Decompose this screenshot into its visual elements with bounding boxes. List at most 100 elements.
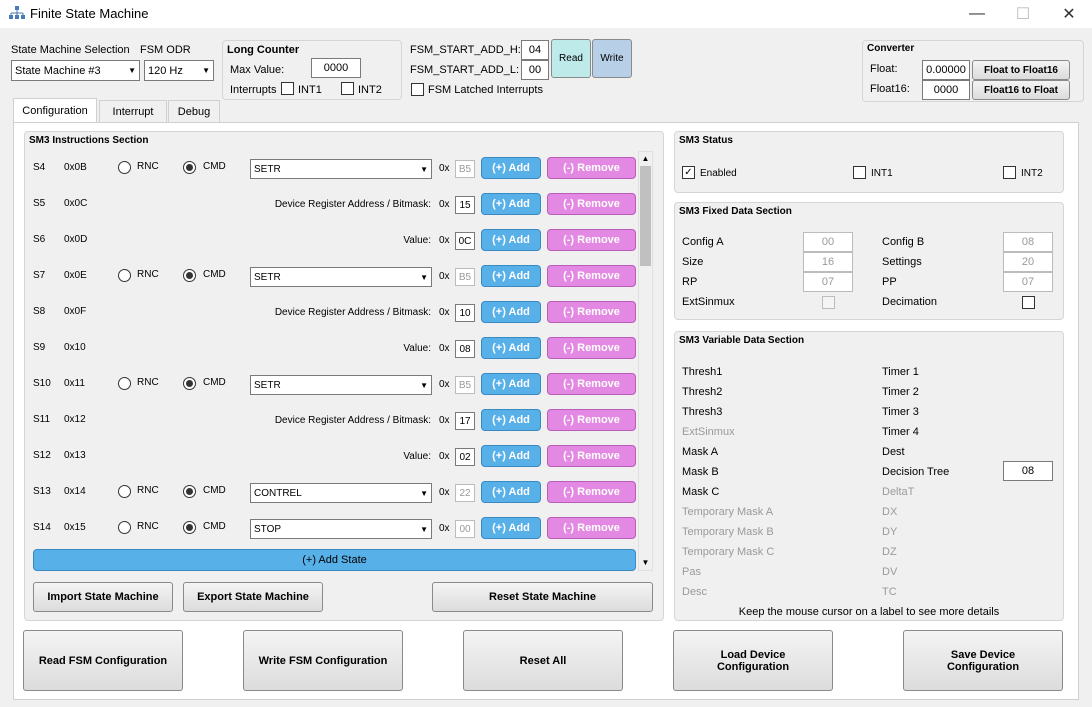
write-button[interactable]: Write xyxy=(592,39,632,78)
float-input[interactable]: 0.00000 xyxy=(922,60,970,80)
remove-button[interactable]: (-) Remove xyxy=(547,337,636,359)
hex-value[interactable]: 02 xyxy=(455,448,475,466)
rp-input[interactable]: 07 xyxy=(803,272,853,292)
max-value-input[interactable]: 0000 xyxy=(311,58,361,78)
rnc-radio[interactable] xyxy=(118,485,131,498)
pp-input[interactable]: 07 xyxy=(1003,272,1053,292)
remove-button[interactable]: (-) Remove xyxy=(547,301,636,323)
command-select[interactable]: SETR ▼ xyxy=(250,375,432,395)
remove-button[interactable]: (-) Remove xyxy=(547,265,636,287)
odr-value: 120 Hz xyxy=(148,64,183,77)
write-fsm-config-button[interactable]: Write FSM Configuration xyxy=(243,630,403,691)
add-button[interactable]: (+) Add xyxy=(481,265,541,287)
float16-to-float-button[interactable]: Float16 to Float xyxy=(972,80,1070,100)
cmd-radio[interactable] xyxy=(183,521,196,534)
hex-value[interactable]: B5 xyxy=(455,376,475,394)
remove-button[interactable]: (-) Remove xyxy=(547,481,636,503)
state-address: 0x14 xyxy=(64,486,86,497)
hex-value[interactable]: B5 xyxy=(455,268,475,286)
add-state-button[interactable]: (+) Add State xyxy=(33,549,636,571)
variable-label: Dest xyxy=(882,446,905,458)
cmd-radio[interactable] xyxy=(183,269,196,282)
scroll-down-icon[interactable]: ▼ xyxy=(638,555,653,570)
remove-button[interactable]: (-) Remove xyxy=(547,373,636,395)
fsm-latched-checkbox[interactable] xyxy=(411,83,424,96)
reset-sm-button[interactable]: Reset State Machine xyxy=(432,582,653,612)
float-to-float16-button[interactable]: Float to Float16 xyxy=(972,60,1070,80)
hex-value[interactable]: 22 xyxy=(455,484,475,502)
ext-sinmux-checkbox[interactable] xyxy=(822,296,835,309)
minimize-button[interactable]: — xyxy=(954,0,1000,28)
size-input[interactable]: 16 xyxy=(803,252,853,272)
variable-label: DeltaT xyxy=(882,486,915,498)
hex-value[interactable]: 0C xyxy=(455,232,475,250)
config-a-input[interactable]: 00 xyxy=(803,232,853,252)
add-button[interactable]: (+) Add xyxy=(481,373,541,395)
enabled-checkbox[interactable]: ✓ xyxy=(682,166,695,179)
maximize-button[interactable]: ☐ xyxy=(1000,0,1046,28)
decimation-checkbox[interactable] xyxy=(1022,296,1035,309)
tab-interrupt[interactable]: Interrupt xyxy=(99,100,167,122)
load-device-config-button[interactable]: Load Device Configuration xyxy=(673,630,833,691)
add-button[interactable]: (+) Add xyxy=(481,193,541,215)
settings-input[interactable]: 20 xyxy=(1003,252,1053,272)
add-button[interactable]: (+) Add xyxy=(481,517,541,539)
add-button[interactable]: (+) Add xyxy=(481,445,541,467)
hex-value[interactable]: 00 xyxy=(455,520,475,538)
rnc-radio[interactable] xyxy=(118,377,131,390)
hex-value[interactable]: 17 xyxy=(455,412,475,430)
add-button[interactable]: (+) Add xyxy=(481,481,541,503)
hex-value[interactable]: 08 xyxy=(455,340,475,358)
status-int1-checkbox[interactable] xyxy=(853,166,866,179)
command-select[interactable]: SETR ▼ xyxy=(250,267,432,287)
close-button[interactable]: ✕ xyxy=(1046,0,1092,28)
pp-label: PP xyxy=(882,276,897,288)
scroll-thumb[interactable] xyxy=(640,166,651,266)
config-a-label: Config A xyxy=(682,236,724,248)
hex-prefix: 0x xyxy=(439,415,450,426)
decision-tree-input[interactable]: 08 xyxy=(1003,461,1053,481)
remove-button[interactable]: (-) Remove xyxy=(547,229,636,251)
read-button[interactable]: Read xyxy=(551,39,591,78)
add-button[interactable]: (+) Add xyxy=(481,229,541,251)
import-sm-button[interactable]: Import State Machine xyxy=(33,582,173,612)
float16-input[interactable]: 0000 xyxy=(922,80,970,100)
add-button[interactable]: (+) Add xyxy=(481,157,541,179)
export-sm-button[interactable]: Export State Machine xyxy=(183,582,323,612)
save-device-config-button[interactable]: Save Device Configuration xyxy=(903,630,1063,691)
hex-value[interactable]: 10 xyxy=(455,304,475,322)
rnc-radio[interactable] xyxy=(118,521,131,534)
float-label: Float: xyxy=(870,63,898,75)
cmd-radio[interactable] xyxy=(183,485,196,498)
remove-button[interactable]: (-) Remove xyxy=(547,157,636,179)
command-select[interactable]: CONTREL ▼ xyxy=(250,483,432,503)
read-fsm-config-button[interactable]: Read FSM Configuration xyxy=(23,630,183,691)
add-button[interactable]: (+) Add xyxy=(481,409,541,431)
config-b-input[interactable]: 08 xyxy=(1003,232,1053,252)
remove-button[interactable]: (-) Remove xyxy=(547,409,636,431)
add-button[interactable]: (+) Add xyxy=(481,337,541,359)
fsm-start-h-input[interactable]: 04 xyxy=(521,40,549,60)
remove-button[interactable]: (-) Remove xyxy=(547,517,636,539)
remove-button[interactable]: (-) Remove xyxy=(547,445,636,467)
command-select[interactable]: STOP ▼ xyxy=(250,519,432,539)
add-button[interactable]: (+) Add xyxy=(481,301,541,323)
hex-value[interactable]: 15 xyxy=(455,196,475,214)
hex-value[interactable]: B5 xyxy=(455,160,475,178)
lc-int1-checkbox[interactable] xyxy=(281,82,294,95)
rnc-radio[interactable] xyxy=(118,161,131,174)
tab-debug[interactable]: Debug xyxy=(168,100,220,122)
state-machine-select[interactable]: State Machine #3 ▼ xyxy=(11,60,140,81)
tab-configuration[interactable]: Configuration xyxy=(13,98,97,123)
odr-select[interactable]: 120 Hz ▼ xyxy=(144,60,214,81)
remove-button[interactable]: (-) Remove xyxy=(547,193,636,215)
status-int2-checkbox[interactable] xyxy=(1003,166,1016,179)
command-select[interactable]: SETR ▼ xyxy=(250,159,432,179)
lc-int2-checkbox[interactable] xyxy=(341,82,354,95)
reset-all-button[interactable]: Reset All xyxy=(463,630,623,691)
cmd-radio[interactable] xyxy=(183,377,196,390)
fsm-start-l-input[interactable]: 00 xyxy=(521,60,549,80)
rnc-radio[interactable] xyxy=(118,269,131,282)
scroll-up-icon[interactable]: ▲ xyxy=(638,151,653,166)
cmd-radio[interactable] xyxy=(183,161,196,174)
